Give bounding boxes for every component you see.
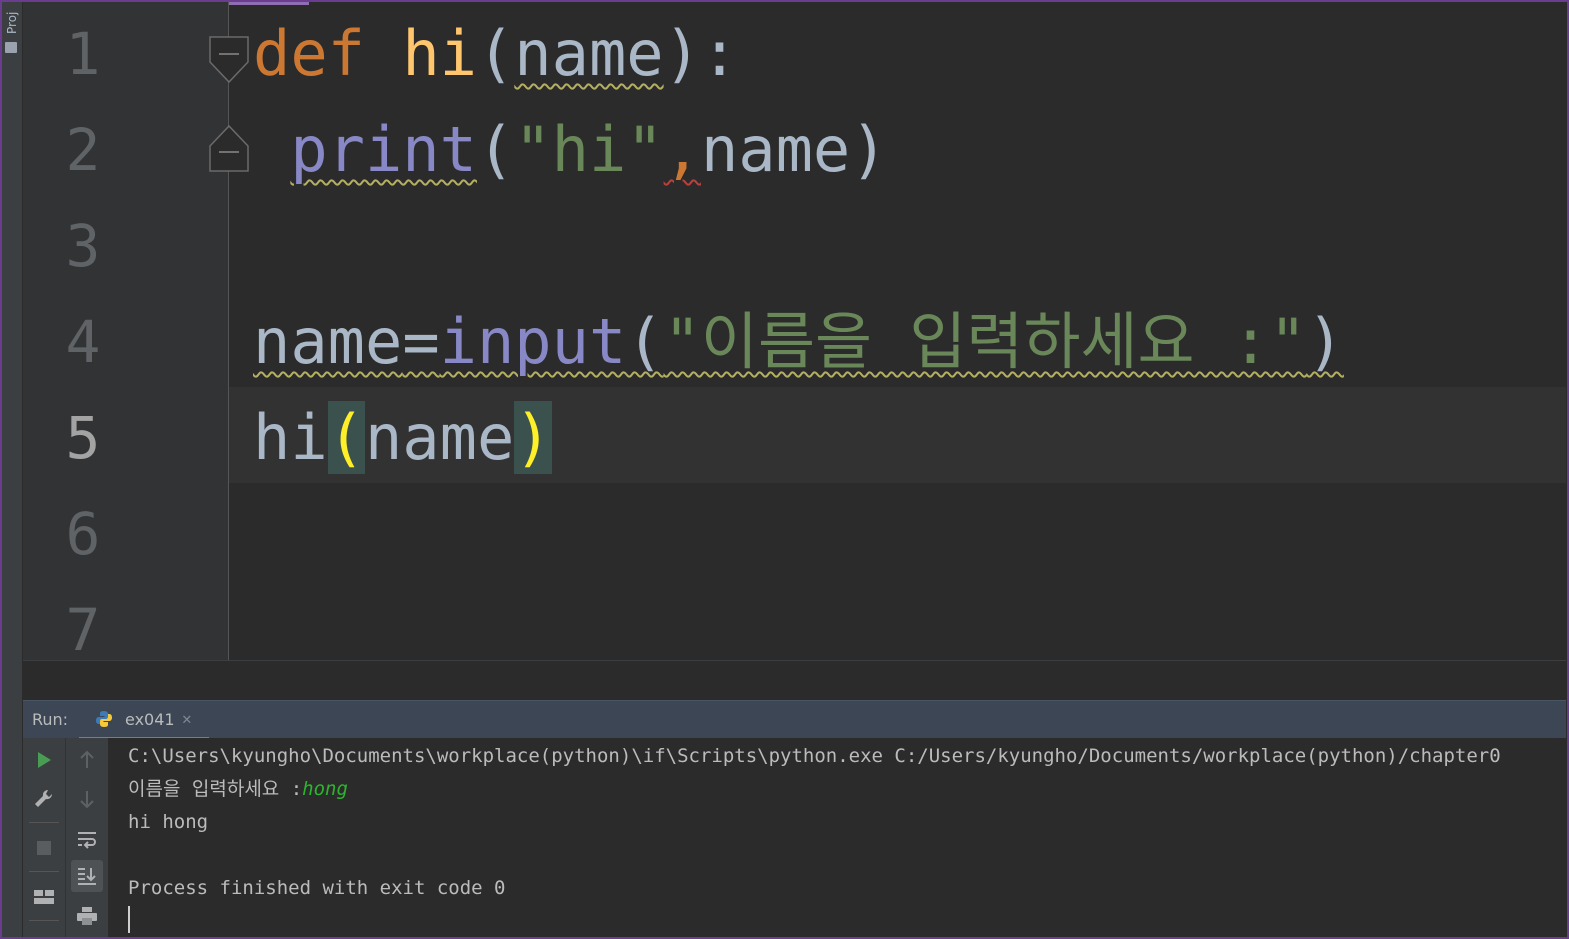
arrow-down-icon[interactable] <box>71 783 103 815</box>
function-call: hi <box>253 401 328 474</box>
variable: name <box>253 305 403 378</box>
builtin-input: input <box>439 305 627 378</box>
fold-end-icon[interactable] <box>209 124 249 172</box>
console-user-input: hong <box>302 778 348 800</box>
console-output[interactable]: C:\Users\kyungho\Documents\workplace(pyt… <box>128 738 1566 937</box>
code-line-4[interactable]: name=input("이름을 입력하세요 :") <box>253 294 1344 390</box>
code-line-2[interactable]: print("hi",name) <box>253 102 888 198</box>
code-line-5[interactable]: hi(name) <box>253 390 552 486</box>
toolbar-separator <box>29 871 59 872</box>
console-command-line: C:\Users\kyungho\Documents\workplace(pyt… <box>128 745 1501 767</box>
line-number: 7 <box>65 596 101 660</box>
line-number: 1 <box>65 20 101 88</box>
open-paren: ( <box>626 305 664 378</box>
print-icon[interactable] <box>71 900 103 932</box>
argument: name <box>364 401 515 474</box>
run-toolbar-primary <box>23 738 66 937</box>
function-name: hi <box>402 17 477 90</box>
comma-warning: , <box>663 113 701 186</box>
keyword-def: def <box>253 17 365 90</box>
run-panel-header: Run: ex041 ✕ <box>23 700 1566 740</box>
line-number: 2 <box>65 116 101 184</box>
gutter-divider <box>228 2 229 660</box>
stop-icon[interactable] <box>28 832 60 864</box>
code-line-1[interactable]: def hi(name): <box>253 6 738 102</box>
run-tab-ex041[interactable]: ex041 ✕ <box>79 701 209 740</box>
run-title: Run: <box>32 710 69 729</box>
run-tab-label: ex041 <box>125 710 175 729</box>
line-gutter <box>23 2 228 660</box>
line-number: 3 <box>65 212 101 280</box>
console-prompt: 이름을 입력하세요 : <box>128 778 303 800</box>
scroll-to-end-icon[interactable] <box>71 860 103 892</box>
fold-collapse-icon[interactable] <box>209 36 249 84</box>
close-paren: ) <box>850 113 888 186</box>
python-icon <box>96 711 112 727</box>
console-caret <box>128 906 130 933</box>
console-prompt-line: 이름을 입력하세요 :hong <box>128 773 348 806</box>
close-tab-icon[interactable]: ✕ <box>182 701 192 737</box>
string-literal: "hi" <box>514 113 664 186</box>
project-label: Proj <box>5 11 19 34</box>
close-paren: ) <box>1306 305 1344 378</box>
layout-icon[interactable] <box>28 881 60 913</box>
arrow-up-icon[interactable] <box>71 744 103 776</box>
string-literal: "이름을 입력하세요 :" <box>663 305 1307 378</box>
panel-splitter[interactable] <box>23 660 1566 701</box>
project-tool-strip[interactable]: Proj <box>2 2 23 937</box>
builtin-print: print <box>290 113 477 186</box>
project-tool-button[interactable]: Proj <box>4 4 22 44</box>
toolbar-separator <box>29 822 59 823</box>
wrench-icon[interactable] <box>28 783 60 815</box>
console-exit-line: Process finished with exit code 0 <box>128 877 506 899</box>
open-paren: ( <box>476 17 515 90</box>
run-toolbar-secondary <box>66 738 109 937</box>
assign: = <box>402 305 440 378</box>
toolbar-separator <box>29 920 59 921</box>
open-paren: ( <box>476 113 515 186</box>
run-panel: C:\Users\kyungho\Documents\workplace(pyt… <box>23 738 1566 937</box>
line-number: 6 <box>65 500 101 568</box>
folder-icon <box>5 42 17 53</box>
line-number: 4 <box>65 308 101 376</box>
matched-open-paren: ( <box>327 401 365 474</box>
argument: name <box>700 113 851 186</box>
console-output-line: hi hong <box>128 811 209 833</box>
code-editor[interactable]: 1 2 3 4 5 6 7 def hi(name): print("hi",n… <box>23 2 1566 660</box>
matched-close-paren: ) <box>514 401 552 474</box>
play-icon[interactable] <box>28 744 60 776</box>
soft-wrap-icon[interactable] <box>71 823 103 855</box>
close-paren-colon: ): <box>663 17 739 90</box>
parameter-name: name <box>514 17 664 90</box>
line-number-current: 5 <box>65 404 101 472</box>
